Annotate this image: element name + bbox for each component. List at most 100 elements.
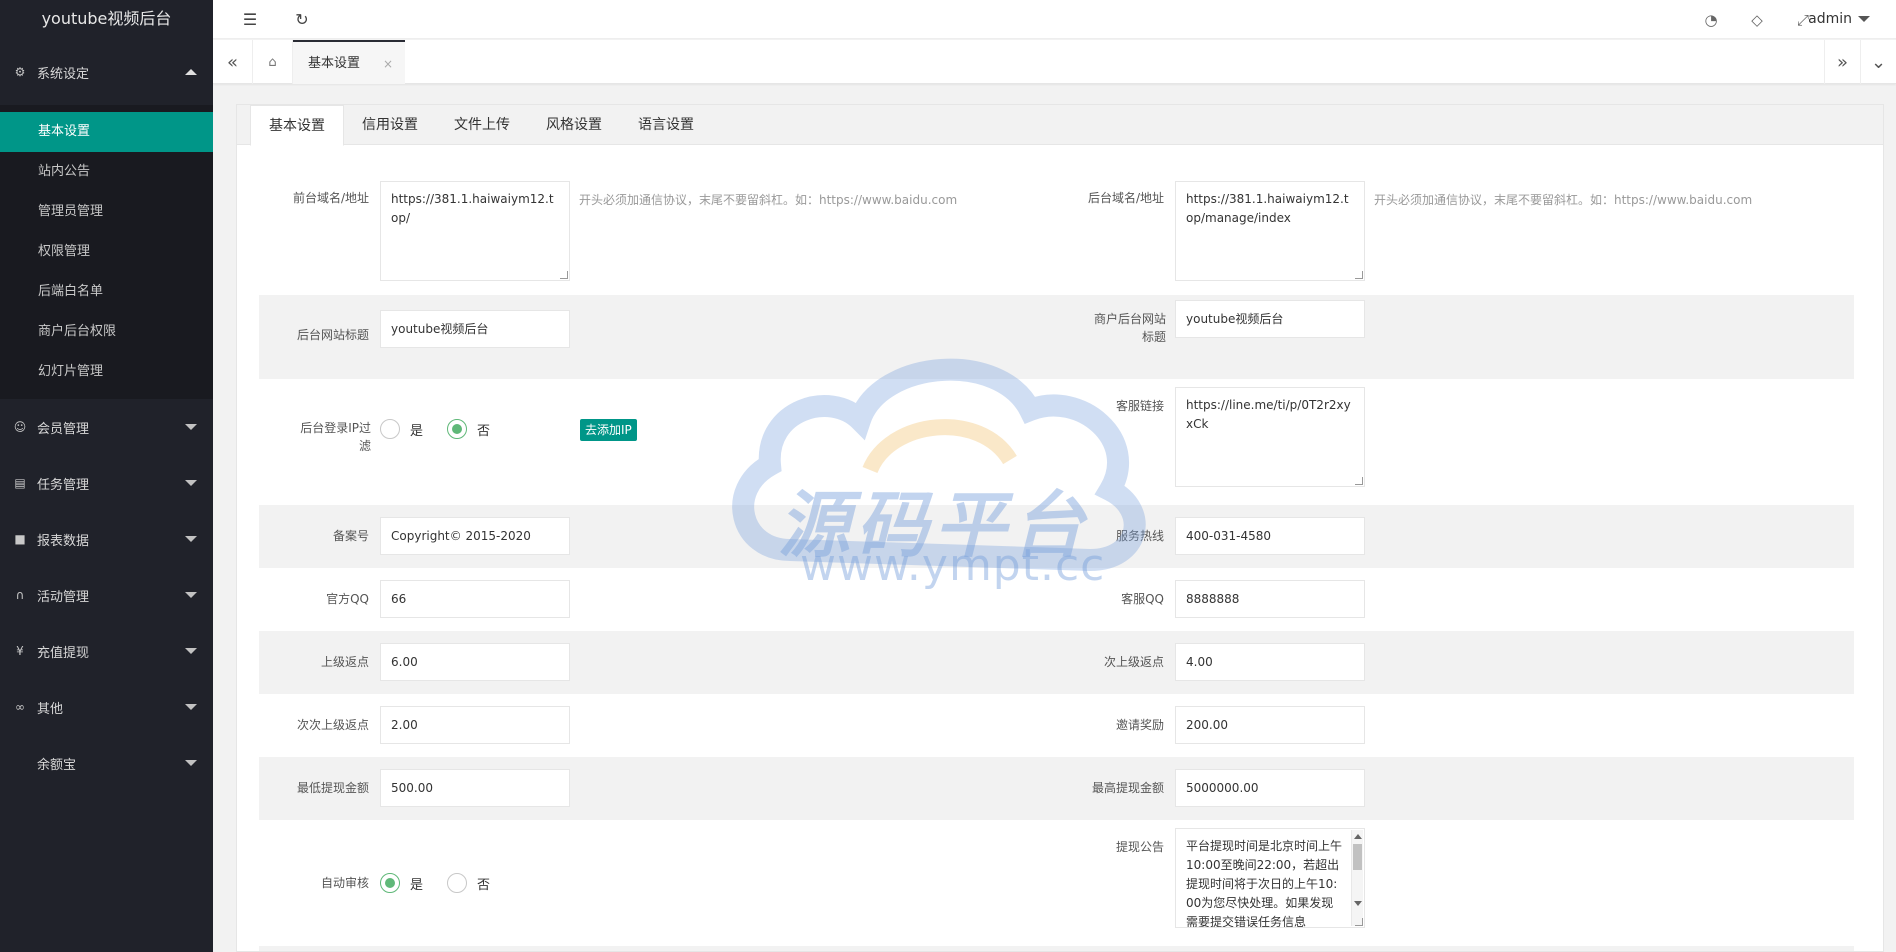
service-link-textarea[interactable]: https://line.me/ti/p/0T2r2xyxCk [1175, 387, 1365, 487]
tag-icon[interactable]: ◇ [1742, 0, 1772, 39]
chevron-down-icon [185, 592, 197, 598]
min-withdraw-input[interactable]: 500.00 [380, 769, 570, 807]
watermark-url: www.ympt.cc [800, 540, 1106, 591]
withdraw-notice-textarea[interactable]: 平台提现时间是北京时间上午10:00至晚间22:00，若超出提现时间将于次日的上… [1175, 828, 1365, 928]
chat-icon: ■ [14, 532, 26, 546]
add-ip-button[interactable]: 去添加IP [580, 419, 637, 441]
official-qq-label: 官方QQ [326, 592, 369, 606]
third-rebate-label: 次次上级返点 [296, 718, 369, 732]
hotline-input[interactable]: 400-031-4580 [1175, 517, 1365, 555]
tab-style[interactable]: 风格设置 [528, 105, 620, 145]
user-icon: ☺ [13, 420, 27, 434]
form-row-domain: 前台域名/地址 https://381.1.haiwaiym12.top/ 开头… [259, 145, 1854, 295]
tab-basic-settings[interactable]: 基本设置 × [293, 40, 405, 84]
tabs-menu-icon[interactable]: ⌄ [1860, 40, 1896, 84]
icp-input[interactable]: Copyright© 2015-2020 [380, 517, 570, 555]
nav-group-label: 余额宝 [37, 757, 77, 773]
upper-rebate-input[interactable]: 6.00 [380, 643, 570, 681]
ip-filter-label: 后台登录IP过滤 [300, 421, 371, 453]
form-row-titles: 后台网站标题 youtube视频后台 商户后台网站标题 youtube视频后台 [259, 295, 1854, 379]
sidebar-item-admin-manage[interactable]: 管理员管理 [0, 192, 213, 232]
sidebar-item-merchant-permission[interactable]: 商户后台权限 [0, 312, 213, 352]
tab-language[interactable]: 语言设置 [620, 105, 712, 145]
user-menu[interactable]: admin [1808, 0, 1870, 39]
nav-group-system[interactable]: ⚙ 系统设定 [0, 39, 213, 105]
refresh-icon[interactable]: ↻ [284, 0, 320, 39]
invite-reward-input[interactable]: 200.00 [1175, 706, 1365, 744]
max-withdraw-input[interactable]: 5000000.00 [1175, 769, 1365, 807]
front-domain-label: 前台域名/地址 [292, 191, 369, 205]
back-domain-textarea[interactable]: https://381.1.haiwaiym12.top/manage/inde… [1175, 181, 1365, 281]
sidebar: youtube视频后台 ⚙ 系统设定 基本设置 站内公告 管理员管理 权限管理 … [0, 0, 213, 952]
tabs-next-icon[interactable]: » [1824, 40, 1860, 84]
chevron-up-icon [185, 69, 197, 75]
sidebar-item-announcement[interactable]: 站内公告 [0, 152, 213, 192]
max-withdraw-label: 最高提现金额 [1091, 781, 1164, 795]
chevron-down-icon [185, 648, 197, 654]
form-row-next [259, 946, 1854, 951]
back-domain-label: 后台域名/地址 [1087, 191, 1164, 205]
sidebar-item-permission[interactable]: 权限管理 [0, 232, 213, 272]
nav-group-other[interactable]: ∞ 其他 [0, 679, 213, 735]
third-rebate-input[interactable]: 2.00 [380, 706, 570, 744]
nav-group-label: 报表数据 [37, 533, 90, 549]
ip-filter-yes-radio[interactable]: 是 [380, 419, 423, 439]
second-rebate-label: 次上级返点 [1103, 655, 1164, 669]
admin-title-label: 后台网站标题 [296, 328, 369, 342]
form-row-audit: 自动审核 是 否 提现公告 平台提现时间是北京时间上午10:00至晚间22:00… [259, 820, 1854, 946]
admin-title-input[interactable]: youtube视频后台 [380, 310, 570, 348]
theme-icon[interactable]: ◔ [1696, 0, 1726, 39]
back-domain-hint: 开头必须加通信协议，末尾不要留斜杠。如：https://www.baidu.co… [1374, 193, 1753, 207]
tab-upload[interactable]: 文件上传 [436, 105, 528, 145]
official-qq-input[interactable]: 66 [380, 580, 570, 618]
menu-fold-icon[interactable]: ☰ [232, 0, 268, 39]
ip-filter-no-radio[interactable]: 否 [447, 419, 490, 439]
nav-group-label: 活动管理 [37, 589, 90, 605]
tab-credit[interactable]: 信用设置 [344, 105, 436, 145]
chevron-down-icon [185, 480, 197, 486]
form-row-rebate: 上级返点 6.00 次上级返点 4.00 [259, 631, 1854, 694]
sidebar-item-slides[interactable]: 幻灯片管理 [0, 352, 213, 392]
nav-group-label: 系统设定 [37, 66, 90, 82]
nav-group-balance[interactable]: 余额宝 [0, 735, 213, 791]
merchant-title-input[interactable]: youtube视频后台 [1175, 300, 1365, 338]
nav-group-reports[interactable]: ■ 报表数据 [0, 511, 213, 567]
invite-reward-label: 邀请奖励 [1115, 718, 1164, 732]
nav-group-tasks[interactable]: ▤ 任务管理 [0, 455, 213, 511]
textarea-scrollbar[interactable] [1351, 830, 1363, 926]
nav-group-label: 充值提现 [37, 645, 90, 661]
tab-basic[interactable]: 基本设置 [250, 105, 344, 146]
headset-icon: ∩ [15, 588, 25, 602]
yen-icon: ¥ [16, 644, 24, 658]
system-sub-list: 基本设置 站内公告 管理员管理 权限管理 后端白名单 商户后台权限 幻灯片管理 [0, 105, 213, 399]
second-rebate-input[interactable]: 4.00 [1175, 643, 1365, 681]
nav-group-label: 任务管理 [37, 477, 90, 493]
chevron-down-icon [1858, 16, 1870, 22]
page-tabbar: « ⌂ 基本设置 × » ⌄ [213, 40, 1896, 84]
close-icon[interactable]: × [383, 42, 393, 86]
auto-audit-yes-radio[interactable]: 是 [380, 873, 423, 893]
app-title: youtube视频后台 [0, 0, 213, 39]
front-domain-textarea[interactable]: https://381.1.haiwaiym12.top/ [380, 181, 570, 281]
home-icon[interactable]: ⌂ [253, 40, 293, 84]
service-qq-label: 客服QQ [1121, 592, 1164, 606]
nav-group-activities[interactable]: ∩ 活动管理 [0, 567, 213, 623]
form-tabs: 基本设置 信用设置 文件上传 风格设置 语言设置 [237, 105, 1883, 146]
auto-audit-no-radio[interactable]: 否 [447, 873, 490, 893]
chevron-down-icon [185, 760, 197, 766]
chevron-down-icon [185, 704, 197, 710]
tab-label: 基本设置 [308, 56, 361, 71]
nav-group-recharge[interactable]: ¥ 充值提现 [0, 623, 213, 679]
tabs-prev-icon[interactable]: « [213, 40, 253, 84]
withdraw-notice-label: 提现公告 [1115, 840, 1164, 854]
chevron-down-icon [185, 536, 197, 542]
nav-group-members[interactable]: ☺ 会员管理 [0, 399, 213, 455]
nav-group-label: 其他 [37, 701, 64, 717]
form-row-rebate2: 次次上级返点 2.00 邀请奖励 200.00 [259, 694, 1854, 757]
service-qq-input[interactable]: 8888888 [1175, 580, 1365, 618]
front-domain-hint: 开头必须加通信协议，末尾不要留斜杠。如：https://www.baidu.co… [579, 193, 958, 207]
sidebar-item-whitelist[interactable]: 后端白名单 [0, 272, 213, 312]
top-header: ☰ ↻ ◔ ◇ ⤢ admin [213, 0, 1896, 39]
sidebar-item-basic-settings[interactable]: 基本设置 [0, 112, 213, 152]
tabbar-right-controls: » ⌄ [1824, 40, 1896, 84]
